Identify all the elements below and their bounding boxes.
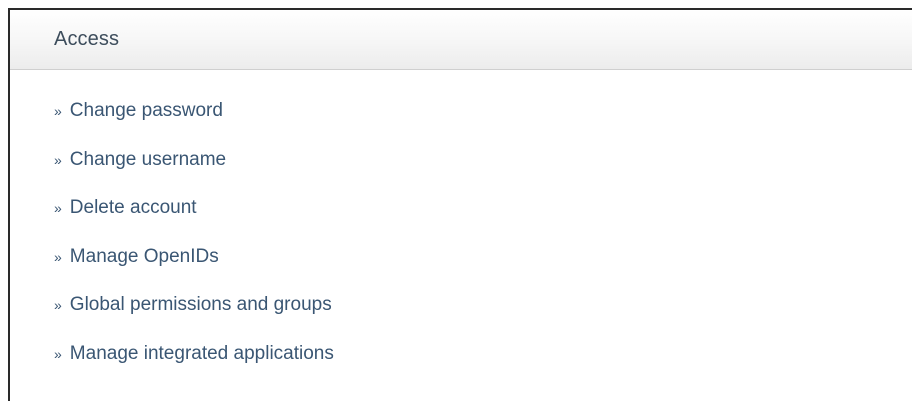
bullet-icon: » bbox=[54, 345, 62, 362]
link-label[interactable]: Manage OpenIDs bbox=[70, 244, 219, 270]
panel-header: Access bbox=[10, 10, 912, 70]
bullet-icon: » bbox=[54, 200, 62, 216]
manage-integrated-applications-link[interactable]: » Manage integrated applications bbox=[54, 341, 912, 390]
link-label[interactable]: Change password bbox=[70, 98, 223, 124]
access-panel: Access » Change password » Change userna… bbox=[8, 8, 912, 401]
link-label[interactable]: Change username bbox=[70, 147, 226, 173]
access-link-list: » Change password » Change username » De… bbox=[10, 70, 912, 389]
delete-account-link[interactable]: » Delete account bbox=[54, 195, 912, 244]
link-label[interactable]: Delete account bbox=[70, 195, 197, 221]
link-label[interactable]: Manage integrated applications bbox=[70, 341, 334, 367]
panel-title: Access bbox=[54, 28, 120, 50]
manage-openids-link[interactable]: » Manage OpenIDs bbox=[54, 244, 912, 293]
bullet-icon: » bbox=[54, 103, 62, 119]
link-label[interactable]: Global permissions and groups bbox=[70, 292, 332, 318]
change-password-link[interactable]: » Change password bbox=[54, 98, 912, 147]
change-username-link[interactable]: » Change username bbox=[54, 147, 912, 196]
bullet-icon: » bbox=[54, 151, 62, 168]
global-permissions-link[interactable]: » Global permissions and groups bbox=[54, 292, 912, 341]
bullet-icon: » bbox=[54, 297, 62, 313]
bullet-icon: » bbox=[54, 248, 62, 265]
